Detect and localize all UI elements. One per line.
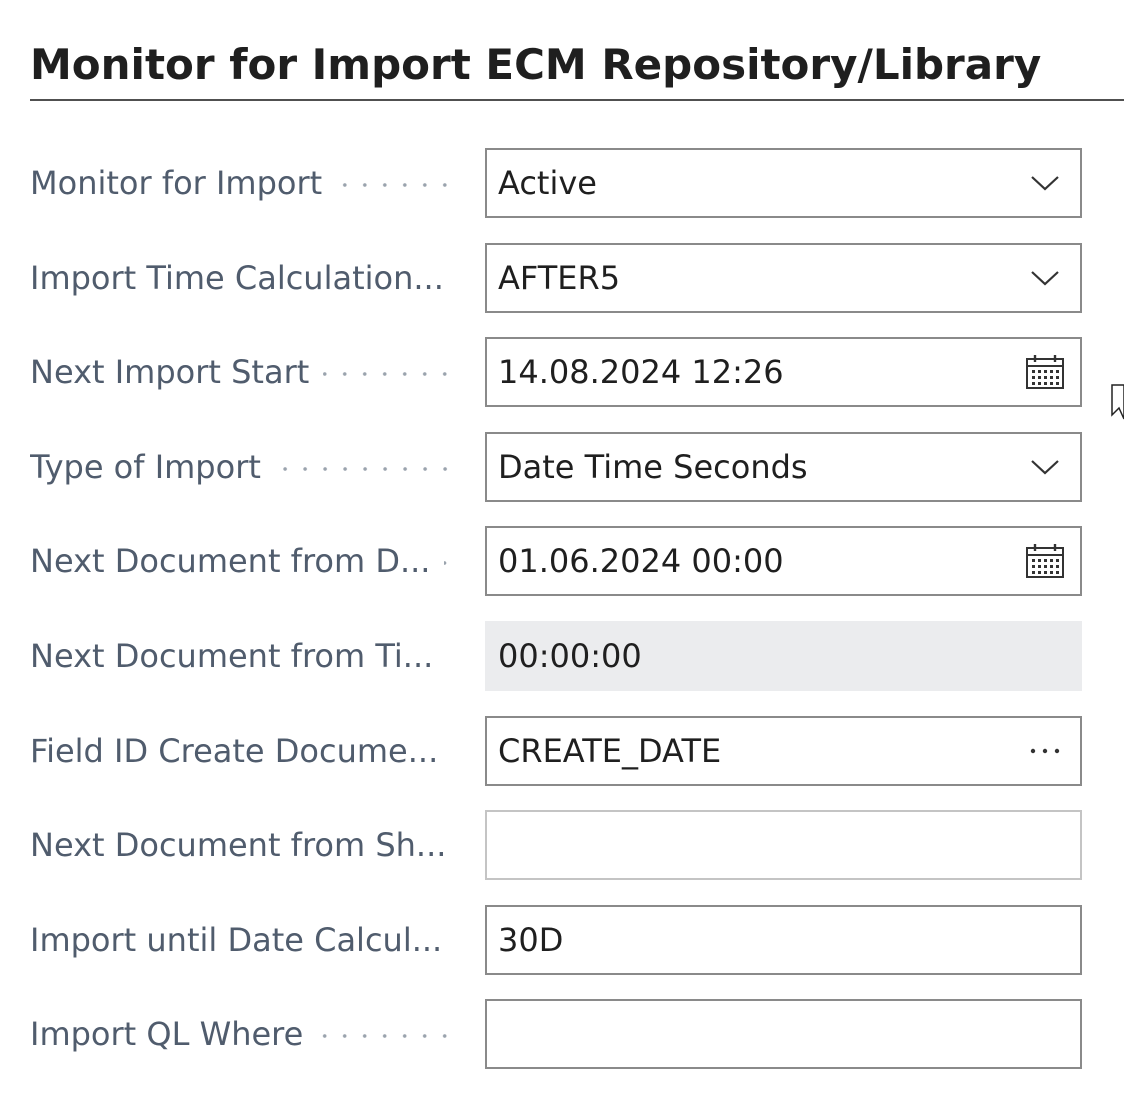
next-document-from-sh-input[interactable] <box>485 810 1082 881</box>
field-label-field-id-create-document: Field ID Create Docume... <box>30 731 439 770</box>
field-row-import-ql-where: Import QL Where <box>0 999 1124 1070</box>
monitor-for-import-dropdown[interactable]: Active <box>485 148 1082 218</box>
type-of-import-dropdown[interactable]: Date Time Seconds <box>485 431 1082 502</box>
field-row-import-time-calculation: Import Time Calculation... AFTER5 <box>0 242 1124 313</box>
monitor-for-import-value: Active <box>498 164 597 202</box>
field-row-next-document-from-sh: Next Document from Sh... <box>0 810 1124 881</box>
leader-dots <box>323 372 455 377</box>
field-row-monitor-for-import: Monitor for Import Active <box>0 148 1124 218</box>
calendar-icon[interactable] <box>1010 339 1080 405</box>
field-label-type-of-import: Type of Import <box>30 447 261 486</box>
field-label-import-time-calculation: Import Time Calculation... <box>30 258 444 297</box>
field-label-next-document-from-sh: Next Document from Sh... <box>30 826 447 865</box>
field-row-next-document-from-time: Next Document from Ti... 00:00:00 <box>0 620 1124 691</box>
section-divider <box>30 99 1124 101</box>
chevron-down-icon[interactable] <box>1010 245 1080 311</box>
section-title: Monitor for Import ECM Repository/Librar… <box>30 40 1042 89</box>
form-fields: Monitor for Import Active Import Time Ca… <box>0 148 1124 1094</box>
next-document-from-date-value: 01.06.2024 00:00 <box>498 542 784 581</box>
field-label-monitor-for-import: Monitor for Import <box>30 164 323 202</box>
field-row-next-document-from-date: Next Document from D... 01.06.2024 00:00 <box>0 526 1124 597</box>
next-import-start-value: 14.08.2024 12:26 <box>498 353 784 392</box>
calendar-icon[interactable] <box>1010 528 1080 594</box>
leader-dots <box>447 655 455 660</box>
next-document-from-time-readonly: 00:00:00 <box>485 620 1082 691</box>
more-options-icon[interactable] <box>1010 718 1080 784</box>
chevron-down-icon[interactable] <box>1010 434 1080 500</box>
leader-dots <box>336 183 455 187</box>
import-ql-where-input[interactable] <box>485 999 1082 1070</box>
leader-dots <box>444 561 455 566</box>
import-time-calculation-dropdown[interactable]: AFTER5 <box>485 242 1082 313</box>
field-row-field-id-create-document: Field ID Create Docume... CREATE_DATE <box>0 715 1124 786</box>
chevron-down-icon[interactable] <box>1010 150 1080 216</box>
leader-dots <box>274 466 455 471</box>
import-until-date-calculation-input[interactable]: 30D <box>485 904 1082 975</box>
next-document-from-date-input[interactable]: 01.06.2024 00:00 <box>485 526 1082 597</box>
field-id-create-document-value: CREATE_DATE <box>498 731 722 770</box>
field-row-type-of-import: Type of Import Date Time Seconds <box>0 431 1124 502</box>
leader-dots <box>317 1034 455 1039</box>
next-document-from-time-value: 00:00:00 <box>498 636 642 675</box>
field-label-next-import-start: Next Import Start <box>30 353 310 392</box>
type-of-import-value: Date Time Seconds <box>498 447 808 486</box>
field-label-import-until-date-calculation: Import until Date Calcul... <box>30 920 443 959</box>
field-row-import-until-date-calculation: Import until Date Calcul... 30D <box>0 904 1124 975</box>
field-label-next-document-from-time: Next Document from Ti... <box>30 636 434 675</box>
field-id-create-document-lookup[interactable]: CREATE_DATE <box>485 715 1082 786</box>
field-label-import-ql-where: Import QL Where <box>30 1015 304 1054</box>
next-import-start-datetime-input[interactable]: 14.08.2024 12:26 <box>485 337 1082 408</box>
leader-dots <box>452 750 455 755</box>
mouse-cursor-icon <box>1110 383 1124 423</box>
field-label-next-document-from-date: Next Document from D... <box>30 542 431 581</box>
import-time-calculation-value: AFTER5 <box>498 258 621 297</box>
field-row-next-import-start: Next Import Start 14.08.2024 12:26 <box>0 337 1124 408</box>
import-until-date-calculation-value: 30D <box>498 920 564 959</box>
